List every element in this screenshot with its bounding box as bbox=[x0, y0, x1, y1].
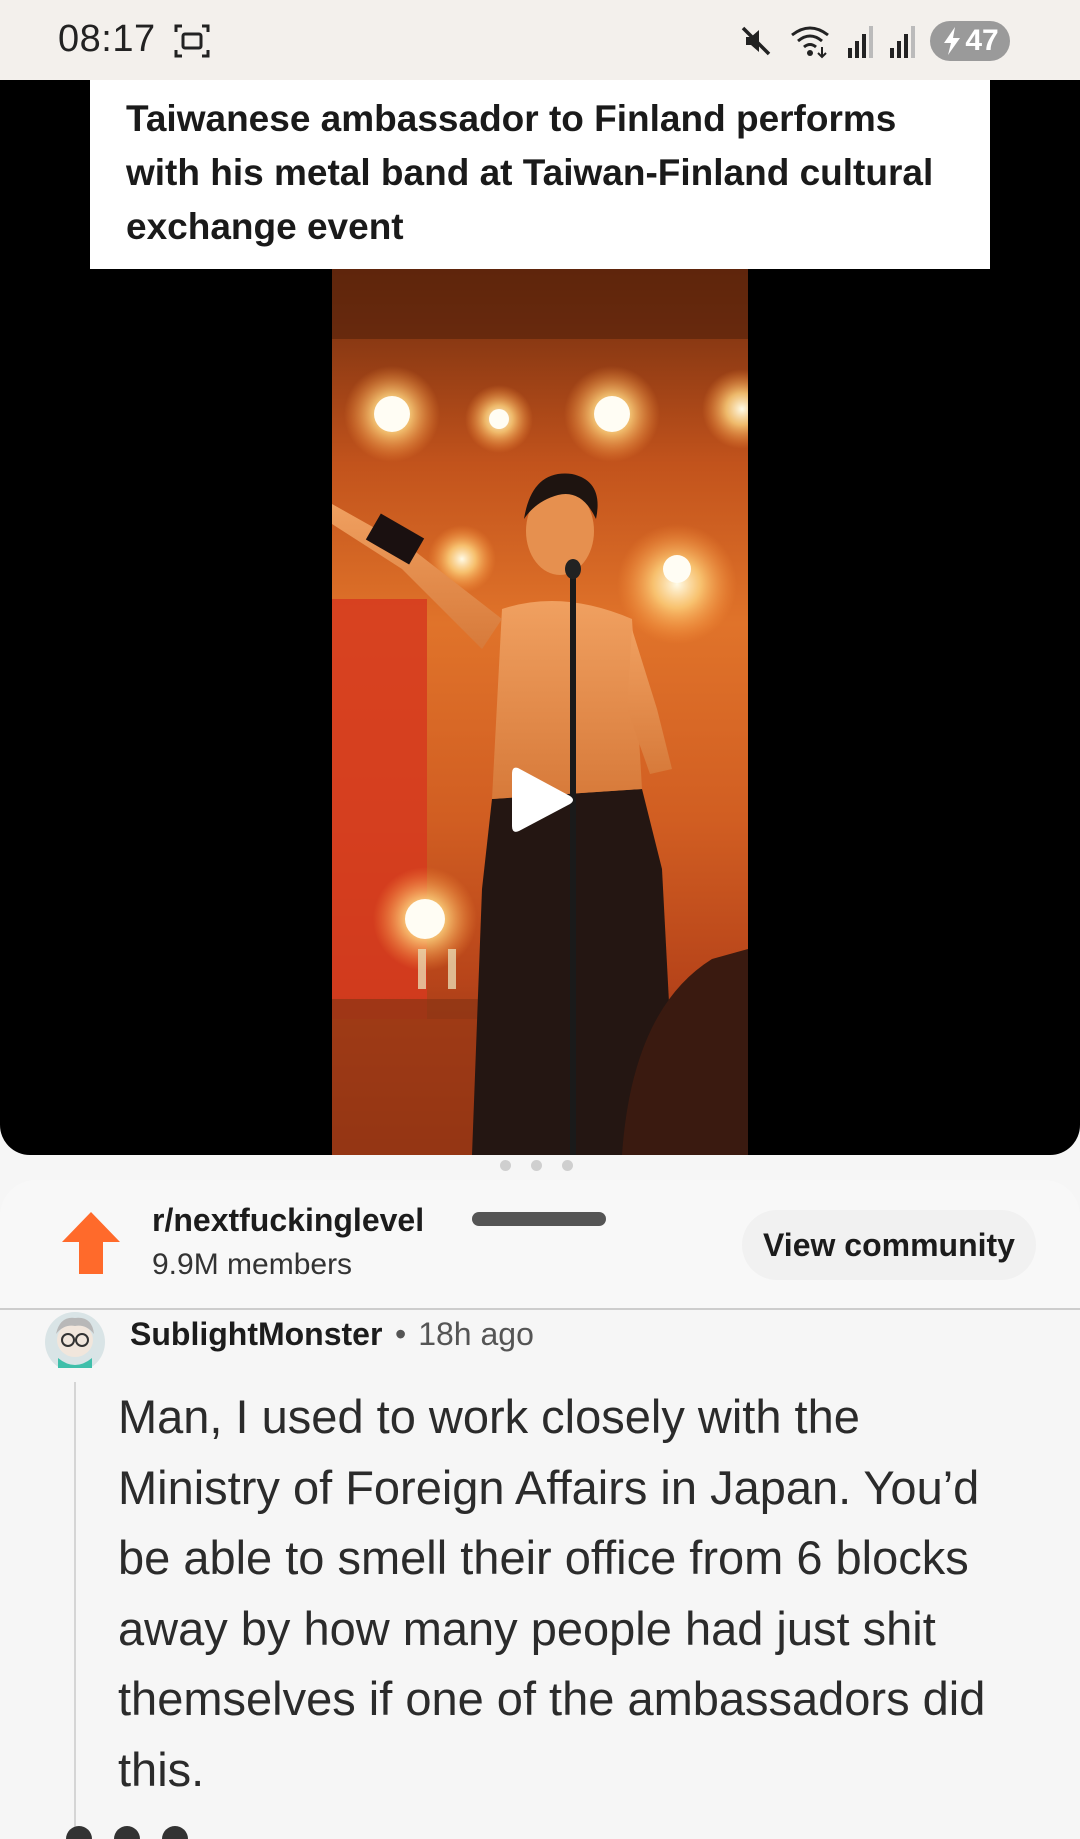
drag-handle[interactable] bbox=[472, 1212, 606, 1226]
battery-badge: 47 bbox=[930, 21, 1010, 61]
comment-age: 18h ago bbox=[418, 1316, 534, 1352]
charging-icon bbox=[944, 27, 961, 55]
meta-separator: • bbox=[395, 1316, 407, 1352]
carousel-dots bbox=[500, 1160, 573, 1171]
signal-icon bbox=[848, 26, 873, 58]
screenshot-icon bbox=[174, 24, 210, 58]
next-comment-partial bbox=[66, 1826, 266, 1839]
partial-avatar bbox=[66, 1826, 92, 1839]
video-scene bbox=[332, 269, 748, 1155]
partial-text bbox=[114, 1826, 140, 1839]
thread-line[interactable] bbox=[74, 1382, 76, 1839]
carousel-dot bbox=[500, 1160, 511, 1171]
screen: 08:17 47 Taiwanese ambassador to Finland… bbox=[0, 0, 1080, 1839]
carousel-dot bbox=[531, 1160, 542, 1171]
battery-level: 47 bbox=[965, 24, 999, 57]
comment-body: Man, I used to work closely with the Min… bbox=[118, 1390, 986, 1796]
headline-box: Taiwanese ambassador to Finland performs… bbox=[90, 80, 990, 269]
post-media[interactable]: Taiwanese ambassador to Finland performs… bbox=[0, 80, 1080, 1155]
carousel-dot bbox=[562, 1160, 573, 1171]
avatar[interactable] bbox=[42, 1308, 108, 1368]
post-headline: Taiwanese ambassador to Finland performs… bbox=[126, 98, 934, 247]
divider bbox=[0, 1308, 1080, 1310]
wifi-icon bbox=[791, 26, 829, 59]
status-time: 08:17 bbox=[58, 18, 156, 60]
signal-icon bbox=[890, 26, 915, 58]
status-bar: 08:17 47 bbox=[0, 0, 1080, 80]
status-icons: 47 bbox=[738, 20, 1010, 62]
community-name[interactable]: r/nextfuckinglevel bbox=[152, 1202, 424, 1239]
upvote-arrow-icon[interactable] bbox=[60, 1210, 122, 1276]
comment-meta: • 18h ago bbox=[395, 1316, 534, 1353]
video-thumbnail[interactable] bbox=[332, 269, 748, 1155]
community-card[interactable]: r/nextfuckinglevel 9.9M members View com… bbox=[0, 1180, 1080, 1310]
mute-icon bbox=[741, 26, 771, 56]
community-members: 9.9M members bbox=[152, 1248, 353, 1281]
comment-author[interactable]: SublightMonster bbox=[130, 1316, 382, 1353]
partial-text bbox=[162, 1826, 188, 1839]
view-community-button[interactable]: View community bbox=[742, 1210, 1036, 1280]
play-icon[interactable] bbox=[510, 764, 574, 836]
